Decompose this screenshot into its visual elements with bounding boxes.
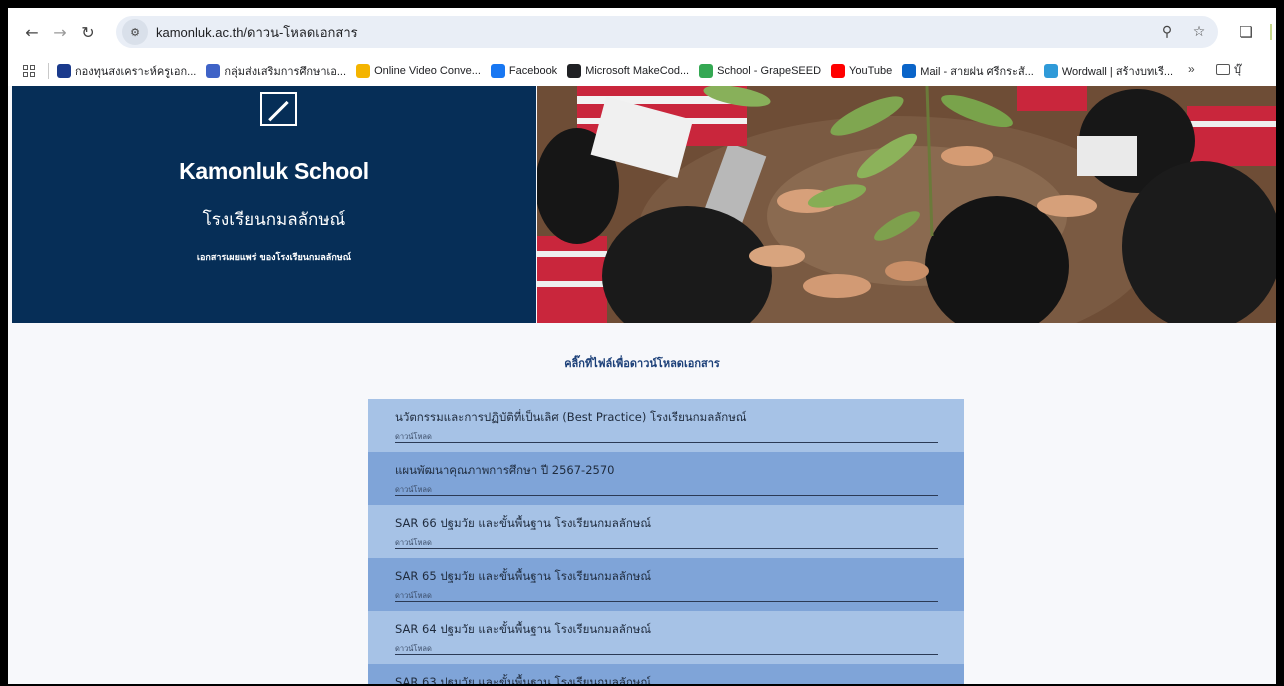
bookmark-favicon-icon (1043, 64, 1058, 78)
bookmark-favicon-icon (206, 64, 221, 78)
item-underline (395, 601, 938, 602)
back-button[interactable]: ← (18, 18, 46, 46)
bookmark-label: Facebook (508, 65, 558, 77)
bookmark-favicon-icon (490, 64, 505, 78)
item-underline (395, 495, 938, 496)
document-title[interactable]: แผนพัฒนาคุณภาพการศึกษา ปี 2567-2570 (395, 462, 938, 480)
toolbar-divider (1270, 24, 1272, 40)
bookmark-favicon-icon (699, 64, 714, 78)
address-bar[interactable]: ⚙ kamonluk.ac.th/ดาวน-โหลดเอกสาร ⚲ ☆ (116, 16, 1218, 48)
browser-window: ← → ↻ ⚙ kamonluk.ac.th/ดาวน-โหลดเอกสาร ⚲… (8, 8, 1276, 684)
page-content: Kamonluk School โรงเรียนกมลลักษณ์ เอกสาร… (8, 86, 1276, 684)
document-item[interactable]: SAR 63 ปฐมวัย และขั้นพื้นฐาน โรงเรียนกมล… (368, 664, 964, 684)
bookmark-label: Wordwall | สร้างบทเรี... (1061, 66, 1174, 78)
download-heading: คลิ๊กที่ไฟล์เพื่อดาวน์โหลดเอกสาร (564, 357, 720, 370)
apps-grid-icon[interactable] (20, 62, 38, 80)
bookmark-label: กลุ่มส่งเสริมการศึกษาเอ... (224, 66, 347, 78)
bookmark-item[interactable]: Wordwall | สร้างบทเรี... (1043, 62, 1174, 80)
bookmark-item[interactable]: Microsoft MakeCod... (567, 64, 689, 78)
zoom-icon[interactable]: ⚲ (1156, 20, 1178, 44)
reload-button[interactable]: ↻ (74, 18, 102, 46)
bookmark-favicon-icon (567, 64, 582, 78)
url-text[interactable]: kamonluk.ac.th/ดาวน-โหลดเอกสาร (156, 22, 358, 43)
bookmark-favicon-icon (57, 64, 71, 78)
bookmarks-more-button[interactable]: » (1188, 62, 1195, 76)
bookmark-label: School - GrapeSEED (717, 65, 822, 77)
bookmark-item[interactable]: Online Video Conve... (356, 64, 481, 78)
item-underline (395, 654, 938, 655)
document-item[interactable]: SAR 64 ปฐมวัย และขั้นพื้นฐาน โรงเรียนกมล… (368, 611, 964, 664)
hero-tagline: เอกสารเผยแพร่ ของโรงเรียนกมลลักษณ์ (196, 253, 352, 263)
document-list: นวัตกรรมและการปฏิบัติที่เป็นเลิศ (Best P… (368, 399, 964, 684)
bookmark-label: Microsoft MakeCod... (585, 65, 690, 77)
document-item[interactable]: SAR 65 ปฐมวัย และขั้นพื้นฐาน โรงเรียนกมล… (368, 558, 964, 611)
folder-icon (1216, 63, 1230, 75)
document-item[interactable]: แผนพัฒนาคุณภาพการศึกษา ปี 2567-2570 ดาวน์… (368, 452, 964, 505)
bookmarks-bar: กองทุนสงเคราะห์ครูเอก... กลุ่มส่งเสริมการ… (8, 56, 1276, 86)
bookmark-item[interactable]: YouTube (831, 64, 892, 78)
browser-toolbar: ← → ↻ ⚙ kamonluk.ac.th/ดาวน-โหลดเอกสาร ⚲… (8, 8, 1276, 56)
document-title[interactable]: SAR 63 ปฐมวัย และขั้นพื้นฐาน โรงเรียนกมล… (395, 674, 938, 684)
school-name-english: Kamonluk School (179, 158, 369, 184)
bookmark-favicon-icon (356, 64, 371, 78)
bookmark-item[interactable]: กลุ่มส่งเสริมการศึกษาเอ... (206, 62, 346, 80)
site-info-icon[interactable]: ⚙ (122, 19, 148, 45)
hero-photo-children-planting (537, 86, 1276, 323)
hero-title-panel: Kamonluk School โรงเรียนกมลลักษณ์ เอกสาร… (12, 86, 536, 323)
document-title[interactable]: นวัตกรรมและการปฏิบัติที่เป็นเลิศ (Best P… (395, 409, 938, 427)
bookmark-label: Online Video Conve... (374, 65, 481, 77)
document-title[interactable]: SAR 66 ปฐมวัย และขั้นพื้นฐาน โรงเรียนกมล… (395, 515, 938, 533)
school-name-thai: โรงเรียนกมลลักษณ์ (202, 210, 346, 230)
bookmark-label: YouTube (849, 65, 893, 77)
planting-photo-illustration (537, 86, 1276, 323)
bookmark-favicon-icon (831, 64, 846, 78)
bookmark-label: กองทุนสงเคราะห์ครูเอก... (75, 66, 197, 78)
bookmark-folder-label: บุ๊ (1234, 64, 1241, 76)
document-title[interactable]: SAR 65 ปฐมวัย และขั้นพื้นฐาน โรงเรียนกมล… (395, 568, 938, 586)
item-underline (395, 548, 938, 549)
bookmark-item[interactable]: กองทุนสงเคราะห์ครูเอก... (57, 62, 196, 80)
bookmark-item[interactable]: Mail - สายฝน ศรีกระสั... (902, 62, 1034, 80)
bookmark-favicon-icon (902, 64, 917, 78)
hero-section: Kamonluk School โรงเรียนกมลลักษณ์ เอกสาร… (8, 86, 1276, 323)
document-item[interactable]: นวัตกรรมและการปฏิบัติที่เป็นเลิศ (Best P… (368, 399, 964, 452)
edit-logo-icon (260, 92, 297, 126)
bookmark-folder[interactable]: บุ๊ (1216, 60, 1241, 78)
bookmark-item[interactable]: Facebook (490, 64, 558, 78)
bookmark-label: Mail - สายฝน ศรีกระสั... (920, 66, 1034, 78)
document-item[interactable]: SAR 66 ปฐมวัย และขั้นพื้นฐาน โรงเรียนกมล… (368, 505, 964, 558)
extensions-icon[interactable]: ❏ (1232, 18, 1260, 46)
bookmark-item[interactable]: School - GrapeSEED (699, 64, 821, 78)
document-title[interactable]: SAR 64 ปฐมวัย และขั้นพื้นฐาน โรงเรียนกมล… (395, 621, 938, 639)
bookmark-star-icon[interactable]: ☆ (1188, 20, 1210, 44)
item-underline (395, 442, 938, 443)
forward-button[interactable]: → (46, 18, 74, 46)
bookmarks-divider (48, 63, 49, 79)
bookmark-list: กองทุนสงเคราะห์ครูเอก... กลุ่มส่งเสริมการ… (57, 62, 1183, 80)
